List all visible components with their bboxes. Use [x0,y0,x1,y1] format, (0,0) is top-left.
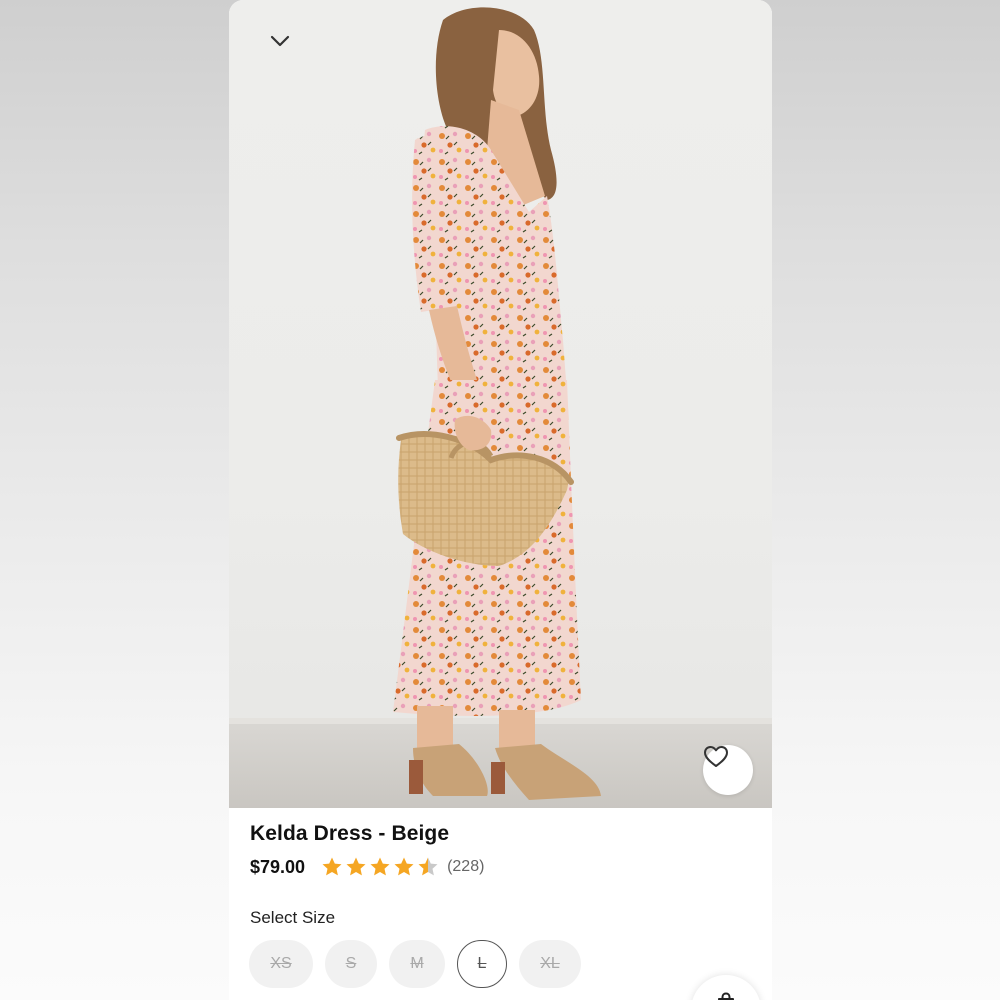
size-option-xs[interactable]: XS [249,940,313,988]
product-price: $79.00 [250,856,306,877]
star-full-icon [346,857,366,876]
size-option-label: M [410,955,424,972]
heart-icon [704,746,728,767]
product-photo-illustration [229,7,772,808]
star-half-icon [418,857,438,876]
product-photo[interactable] [229,0,772,808]
star-full-icon [322,857,342,876]
star-full-icon [370,857,390,876]
size-option-l[interactable]: L [457,940,507,988]
rating-stars[interactable] [321,856,439,878]
size-option-label: XS [270,955,292,972]
favorite-button[interactable] [703,745,753,795]
shopping-bag-button[interactable] [691,975,761,1000]
product-screen: Kelda Dress - Beige $79.00 (228) Select … [229,0,772,1000]
product-title: Kelda Dress - Beige [250,822,450,845]
size-option-label: S [345,955,357,972]
star-full-icon [394,857,414,876]
size-option-label: XL [540,955,560,972]
review-count[interactable]: (228) [447,858,484,876]
size-option-m[interactable]: M [389,940,445,988]
collapse-button[interactable] [269,34,297,58]
chevron-down-icon [270,35,290,47]
size-options: XS S M L XL [249,940,581,988]
size-option-s[interactable]: S [325,940,377,988]
size-option-label: L [477,955,487,972]
price-rating-row: $79.00 (228) [250,855,484,879]
size-option-xl[interactable]: XL [519,940,581,988]
size-selector-label: Select Size [250,908,336,927]
shopping-bag-icon [718,992,734,1000]
